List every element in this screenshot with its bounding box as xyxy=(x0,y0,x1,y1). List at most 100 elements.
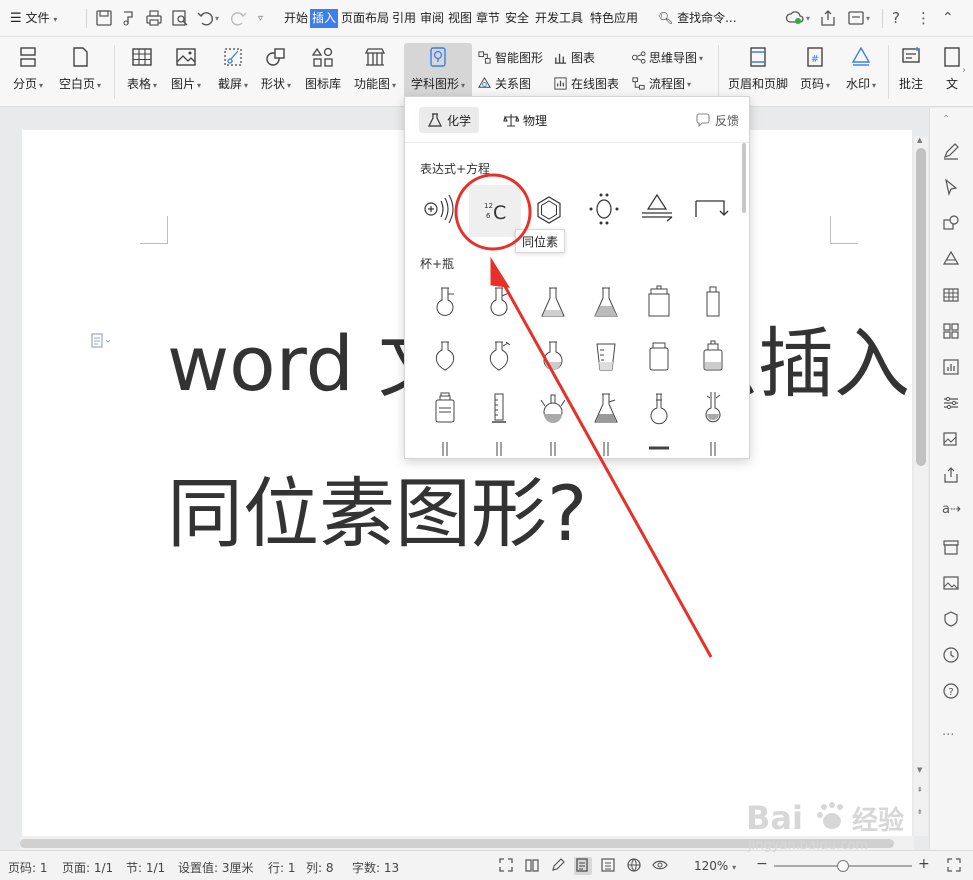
web-view-icon[interactable] xyxy=(626,857,644,875)
print-preview-icon[interactable] xyxy=(170,8,190,28)
history-icon[interactable] xyxy=(942,646,962,666)
redo-icon[interactable] xyxy=(228,8,248,28)
shapes-icon[interactable] xyxy=(942,214,962,234)
filter-flask-item[interactable] xyxy=(586,386,626,430)
translate-icon[interactable]: a⇢ xyxy=(942,502,962,522)
fullscreen-icon[interactable] xyxy=(498,857,516,875)
tab-chapter[interactable]: 章节 xyxy=(476,9,500,28)
chevron-down-icon[interactable]: ▾ xyxy=(806,9,810,28)
volumetric-flask-item[interactable] xyxy=(639,386,679,430)
glassware-item[interactable] xyxy=(586,440,626,458)
command-search[interactable]: 🔍︎ 查找命令... xyxy=(658,9,737,28)
jar-item[interactable] xyxy=(639,280,679,324)
edit-mode-icon[interactable] xyxy=(550,857,568,875)
burette-flask-item[interactable] xyxy=(693,386,733,430)
mindmap-button[interactable]: 思维导图 xyxy=(631,47,703,67)
tab-chemistry[interactable]: 化学 xyxy=(419,107,480,133)
collapse-ribbon-icon[interactable]: ⌃ xyxy=(942,9,954,28)
paragraph-icon[interactable] xyxy=(90,333,114,349)
reagent-bottle-item[interactable] xyxy=(693,334,733,378)
heat-reaction-item[interactable] xyxy=(633,185,681,233)
flowchart-button[interactable]: 流程图 xyxy=(631,73,691,93)
customize-quick-access-icon[interactable]: ▿ xyxy=(258,9,263,28)
help-icon[interactable]: ? xyxy=(942,682,962,702)
pen-icon[interactable] xyxy=(942,142,962,162)
undo-icon[interactable] xyxy=(196,8,216,28)
export-icon[interactable] xyxy=(942,466,962,486)
print-icon[interactable] xyxy=(144,8,164,28)
tab-insert[interactable]: 插入 xyxy=(310,9,339,28)
page-number-button[interactable]: # 页码 xyxy=(794,43,836,101)
header-footer-button[interactable]: 页眉和页脚 xyxy=(724,43,792,101)
vertical-scroll-thumb[interactable] xyxy=(916,148,926,466)
erlenmeyer-item[interactable] xyxy=(533,280,573,324)
glassware-item[interactable] xyxy=(533,440,573,458)
style-icon[interactable] xyxy=(942,250,962,270)
vertical-scrollbar[interactable]: ▲ ▼ ⇞ ⇟ xyxy=(914,136,928,836)
zoom-in-button[interactable]: + xyxy=(918,856,930,872)
eye-protection-icon[interactable] xyxy=(652,857,670,875)
tab-developer[interactable]: 开发工具 xyxy=(535,9,583,28)
table-icon[interactable] xyxy=(942,286,962,306)
cursor-icon[interactable] xyxy=(942,178,962,198)
tab-references[interactable]: 引用 xyxy=(392,9,416,28)
glassware-item[interactable] xyxy=(639,440,679,458)
icon-library-button[interactable]: 图标库 xyxy=(300,43,346,101)
format-painter-icon[interactable] xyxy=(118,8,138,28)
undo-dropdown-icon[interactable]: ▾ xyxy=(215,9,219,28)
isotope-item[interactable]: 12 6 C xyxy=(469,185,521,237)
page-view-icon[interactable] xyxy=(574,857,592,875)
sliders-icon[interactable] xyxy=(942,394,962,414)
glassware-item[interactable] xyxy=(693,440,733,458)
text-button[interactable]: 文 xyxy=(940,43,964,101)
help-icon[interactable]: ? xyxy=(892,9,900,28)
conical-flask-item[interactable] xyxy=(586,280,626,324)
comment-button[interactable]: 批注 xyxy=(894,43,928,101)
separatory-funnel-item[interactable] xyxy=(479,334,519,378)
glassware-item[interactable] xyxy=(479,440,519,458)
relation-chart-button[interactable]: 关系图 xyxy=(477,73,531,93)
wide-bottle-item[interactable] xyxy=(425,386,465,430)
atom-ion-item[interactable] xyxy=(414,185,462,233)
pear-flask-item[interactable] xyxy=(425,334,465,378)
graduated-beaker-item[interactable] xyxy=(586,334,626,378)
picture-icon[interactable] xyxy=(942,574,962,594)
smart-graphic-button[interactable]: 智能图形 xyxy=(477,47,543,67)
tab-review[interactable]: 审阅 xyxy=(420,9,444,28)
distill-flask-item[interactable] xyxy=(479,280,519,324)
chart-button[interactable]: 图表 xyxy=(553,47,595,67)
document-heading-line2[interactable]: 同位素图形? xyxy=(167,452,587,562)
subject-graphic-button[interactable]: 学科图形 xyxy=(404,43,472,101)
status-row[interactable]: 行: 1 xyxy=(268,859,296,876)
shield-icon[interactable] xyxy=(942,610,962,630)
share-icon[interactable] xyxy=(818,8,838,28)
more-icon[interactable]: ⋮ xyxy=(916,9,931,28)
scroll-up-icon[interactable]: ▲ xyxy=(917,136,922,144)
archive-icon[interactable] xyxy=(942,538,962,558)
graduated-cylinder-item[interactable] xyxy=(479,386,519,430)
collaborate-icon[interactable] xyxy=(846,8,866,28)
zoom-slider[interactable] xyxy=(774,860,912,872)
status-pages[interactable]: 页面: 1/1 xyxy=(62,859,113,876)
screenshot-button[interactable]: 截屏 xyxy=(212,43,254,101)
prev-page-icon[interactable]: ⇞ xyxy=(917,786,923,794)
cloud-sync-icon[interactable] xyxy=(785,8,805,28)
image-library-icon[interactable] xyxy=(942,430,962,450)
tab-special[interactable]: 特色应用 xyxy=(590,9,638,28)
status-column[interactable]: 列: 8 xyxy=(306,859,334,876)
scroll-down-icon[interactable]: ▼ xyxy=(917,766,922,774)
electron-dot-item[interactable] xyxy=(580,185,628,233)
zoom-slider-handle[interactable] xyxy=(837,860,849,872)
status-section[interactable]: 节: 1/1 xyxy=(126,859,165,876)
save-icon[interactable] xyxy=(94,8,114,28)
page-break-button[interactable]: 分页 xyxy=(8,43,48,101)
status-page-number[interactable]: 页码: 1 xyxy=(8,859,48,876)
three-neck-flask-item[interactable] xyxy=(533,386,573,430)
outline-view-icon[interactable] xyxy=(600,857,618,875)
picture-button[interactable]: 图片 xyxy=(166,43,206,101)
tab-view[interactable]: 视图 xyxy=(448,9,472,28)
sidebar-collapse-icon[interactable]: ⌃ xyxy=(942,114,962,134)
gas-arrow-item[interactable] xyxy=(687,185,735,233)
tab-page-layout[interactable]: 页面布局 xyxy=(341,9,389,28)
benzene-item[interactable] xyxy=(525,185,573,233)
